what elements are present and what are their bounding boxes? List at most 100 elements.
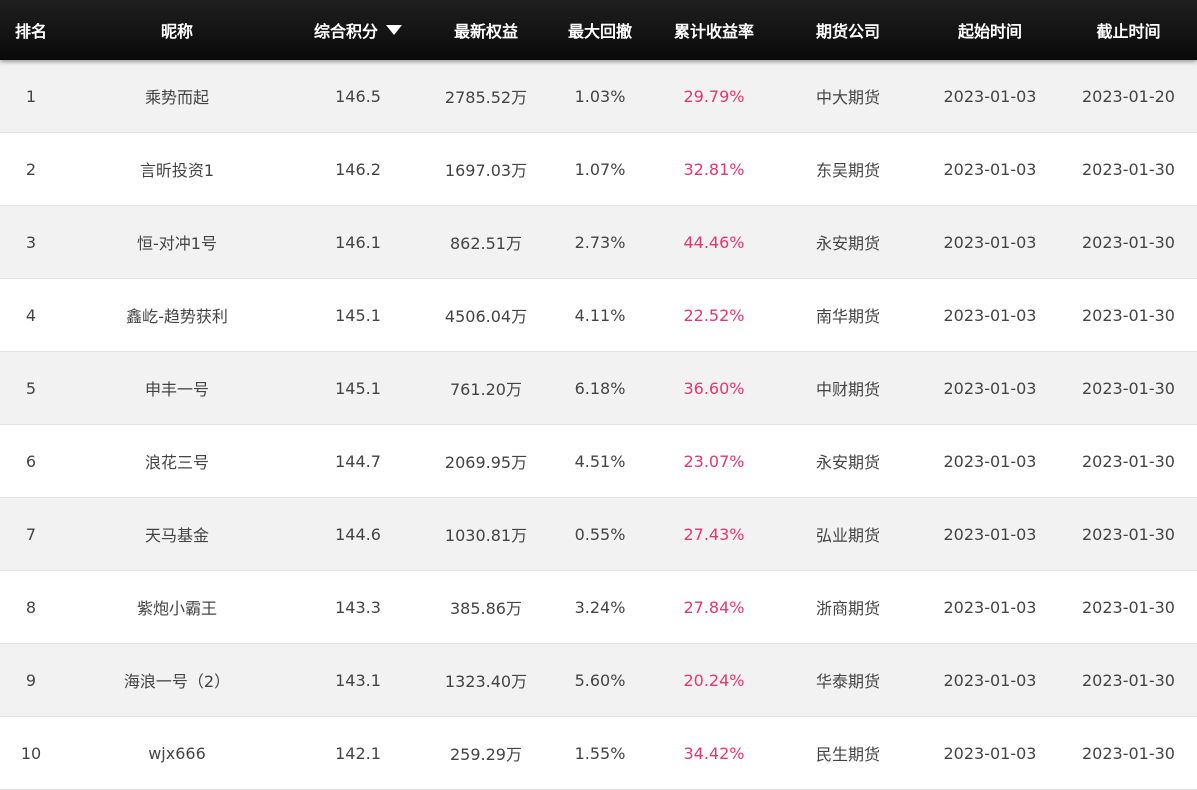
caret-down-icon[interactable] [386, 25, 402, 35]
cell-start: 2023-01-03 [943, 159, 1037, 179]
cell-score: 146.2 [335, 159, 381, 179]
cell-return: 22.52% [683, 305, 745, 325]
cell-score: 143.3 [335, 597, 381, 617]
cell-company: 南华期货 [815, 307, 880, 326]
cell-company: 浙商期货 [815, 599, 880, 618]
cell-score: 142.1 [335, 743, 381, 763]
cell-start: 2023-01-03 [943, 305, 1037, 325]
header-drawdown: 最大回撤 [567, 22, 632, 41]
cell-equity: 259.29万 [450, 745, 522, 764]
cell-score: 144.7 [335, 451, 381, 471]
cell-drawdown: 5.60% [574, 670, 626, 690]
cell-name: wjx666 [148, 743, 206, 763]
table-row: 9 海浪一号（2） 143.1 1323.40万 5.60% 20.24% 华泰期货 2023… [0, 644, 1197, 717]
table-row: 5 申丰一号 145.1 761.20万 6.18% 36.60% 中财期货 2023-01-… [0, 352, 1197, 425]
cell-company: 永安期货 [815, 234, 880, 253]
cell-start: 2023-01-03 [943, 232, 1037, 252]
cell-equity: 4506.04万 [444, 307, 528, 326]
cell-rank: 10 [20, 743, 42, 763]
cell-end: 2023-01-30 [1082, 524, 1175, 544]
header-return: 累计收益率 [673, 22, 754, 41]
cell-start: 2023-01-03 [943, 524, 1037, 544]
cell-end: 2023-01-30 [1082, 232, 1175, 252]
cell-rank: 7 [25, 524, 37, 544]
cell-name: 言昕投资1 [139, 161, 215, 180]
cell-return: 44.46% [683, 232, 745, 252]
cell-name: 鑫屹-趋势获利 [126, 307, 228, 326]
cell-drawdown: 0.55% [574, 524, 626, 544]
cell-return: 20.24% [683, 670, 745, 690]
cell-company: 弘业期货 [815, 526, 880, 545]
cell-end: 2023-01-30 [1082, 159, 1175, 179]
cell-return: 36.60% [683, 378, 745, 398]
header-company: 期货公司 [815, 22, 880, 41]
cell-drawdown: 3.24% [574, 597, 626, 617]
table-row: 3 恒-对冲1号 146.1 862.51万 2.73% 44.46% 永安期货 2023-0… [0, 206, 1197, 279]
cell-end: 2023-01-30 [1082, 451, 1175, 471]
cell-return: 29.79% [683, 86, 745, 106]
cell-drawdown: 1.03% [574, 86, 626, 106]
cell-company: 中大期货 [815, 88, 880, 107]
cell-equity: 1323.40万 [444, 672, 528, 691]
header-start: 起始时间 [957, 22, 1022, 41]
table-row: 6 浪花三号 144.7 2069.95万 4.51% 23.07% 永安期货 2023-01… [0, 425, 1197, 498]
cell-score: 146.1 [335, 232, 381, 252]
cell-rank: 9 [25, 670, 37, 690]
cell-name: 恒-对冲1号 [137, 234, 217, 253]
cell-score: 146.5 [335, 86, 381, 106]
cell-drawdown: 1.55% [574, 743, 626, 763]
cell-score: 143.1 [335, 670, 381, 690]
cell-name: 紫炮小霸王 [136, 599, 217, 618]
cell-name: 乘势而起 [144, 88, 209, 107]
cell-drawdown: 1.07% [574, 159, 626, 179]
cell-company: 中财期货 [815, 380, 880, 399]
table-row: 1 乘势而起 146.5 2785.52万 1.03% 29.79% 中大期货 2023-01… [0, 60, 1197, 133]
table-row: 7 天马基金 144.6 1030.81万 0.55% 27.43% 弘业期货 2023-01… [0, 498, 1197, 571]
cell-rank: 5 [25, 378, 37, 398]
cell-end: 2023-01-30 [1082, 743, 1175, 763]
ranking-table: 排名 昵称 综合积分 最新权益 最大回撤 累计收益率 期货公司 起始时间 截止时… [0, 0, 1197, 790]
cell-company: 永安期货 [815, 453, 880, 472]
header-equity: 最新权益 [453, 22, 518, 41]
cell-rank: 3 [25, 232, 37, 252]
table-body: 1 乘势而起 146.5 2785.52万 1.03% 29.79% 中大期货 2023-01… [0, 60, 1197, 790]
header-name: 昵称 [160, 22, 193, 41]
cell-rank: 2 [25, 159, 37, 179]
cell-equity: 761.20万 [450, 380, 522, 399]
cell-end: 2023-01-30 [1082, 305, 1175, 325]
cell-drawdown: 2.73% [574, 232, 626, 252]
cell-equity: 1030.81万 [444, 526, 528, 545]
header-end: 截止时间 [1096, 22, 1161, 41]
cell-company: 东吴期货 [815, 161, 880, 180]
cell-score: 145.1 [335, 378, 381, 398]
table-row: 4 鑫屹-趋势获利 145.1 4506.04万 4.11% 22.52% 南华期货 2023… [0, 279, 1197, 352]
cell-return: 32.81% [683, 159, 745, 179]
cell-rank: 1 [25, 86, 37, 106]
cell-rank: 4 [25, 305, 37, 325]
cell-equity: 1697.03万 [444, 161, 528, 180]
cell-equity: 862.51万 [450, 234, 522, 253]
cell-start: 2023-01-03 [943, 378, 1037, 398]
cell-start: 2023-01-03 [943, 670, 1037, 690]
cell-start: 2023-01-03 [943, 597, 1037, 617]
cell-end: 2023-01-30 [1082, 378, 1175, 398]
cell-start: 2023-01-03 [943, 86, 1037, 106]
table-header: 排名 昵称 综合积分 最新权益 最大回撤 累计收益率 期货公司 起始时间 截止时… [0, 0, 1197, 60]
cell-name: 天马基金 [144, 526, 209, 545]
cell-drawdown: 4.51% [574, 451, 626, 471]
cell-name: 浪花三号 [144, 453, 209, 472]
cell-company: 民生期货 [815, 745, 880, 764]
cell-score: 145.1 [335, 305, 381, 325]
cell-start: 2023-01-03 [943, 743, 1037, 763]
cell-start: 2023-01-03 [943, 451, 1037, 471]
cell-equity: 2069.95万 [444, 453, 528, 472]
header-score-sort[interactable]: 综合积分 [292, 0, 424, 60]
table-row: 8 紫炮小霸王 143.3 385.86万 3.24% 27.84% 浙商期货 2023-01… [0, 571, 1197, 644]
cell-end: 2023-01-20 [1082, 86, 1175, 106]
table-row: 10 wjx666 142.1 259.29万 1.55% 34.42% 民生期货 2023-… [0, 717, 1197, 790]
cell-drawdown: 6.18% [574, 378, 626, 398]
cell-return: 27.43% [683, 524, 745, 544]
cell-end: 2023-01-30 [1082, 597, 1175, 617]
cell-end: 2023-01-30 [1082, 670, 1175, 690]
cell-company: 华泰期货 [815, 672, 880, 691]
